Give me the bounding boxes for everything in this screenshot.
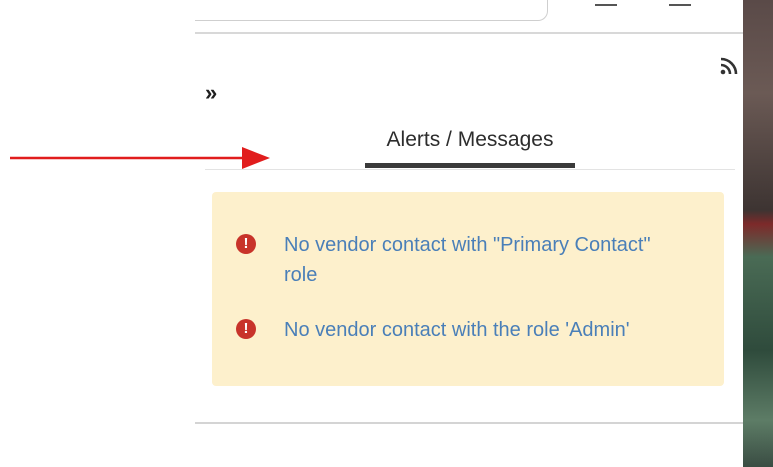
tab-divider (205, 169, 735, 170)
active-tab-indicator (365, 163, 575, 168)
screenshot-canvas: » Alerts / Messages ! No vendor contact … (0, 0, 773, 467)
alert-circle-icon: ! (236, 234, 256, 254)
expand-chevrons-icon[interactable]: » (205, 82, 217, 104)
bottom-divider (195, 422, 743, 424)
annotation-arrow-icon (10, 147, 270, 169)
minimize-icon[interactable] (595, 4, 617, 6)
background-photo (743, 0, 773, 467)
alert-circle-icon: ! (236, 319, 256, 339)
alerts-list: ! No vendor contact with "Primary Contac… (212, 192, 724, 386)
alerts-panel: » Alerts / Messages ! No vendor contact … (195, 34, 743, 429)
rss-icon[interactable] (719, 56, 739, 76)
window-control-icon[interactable] (669, 4, 691, 6)
alert-link[interactable]: No vendor contact with "Primary Contact"… (284, 230, 674, 290)
tab-alerts-messages[interactable]: Alerts / Messages (365, 126, 575, 160)
address-field[interactable] (195, 0, 548, 21)
top-toolbar (195, 0, 743, 34)
alert-link[interactable]: No vendor contact with the role 'Admin' (284, 315, 674, 345)
